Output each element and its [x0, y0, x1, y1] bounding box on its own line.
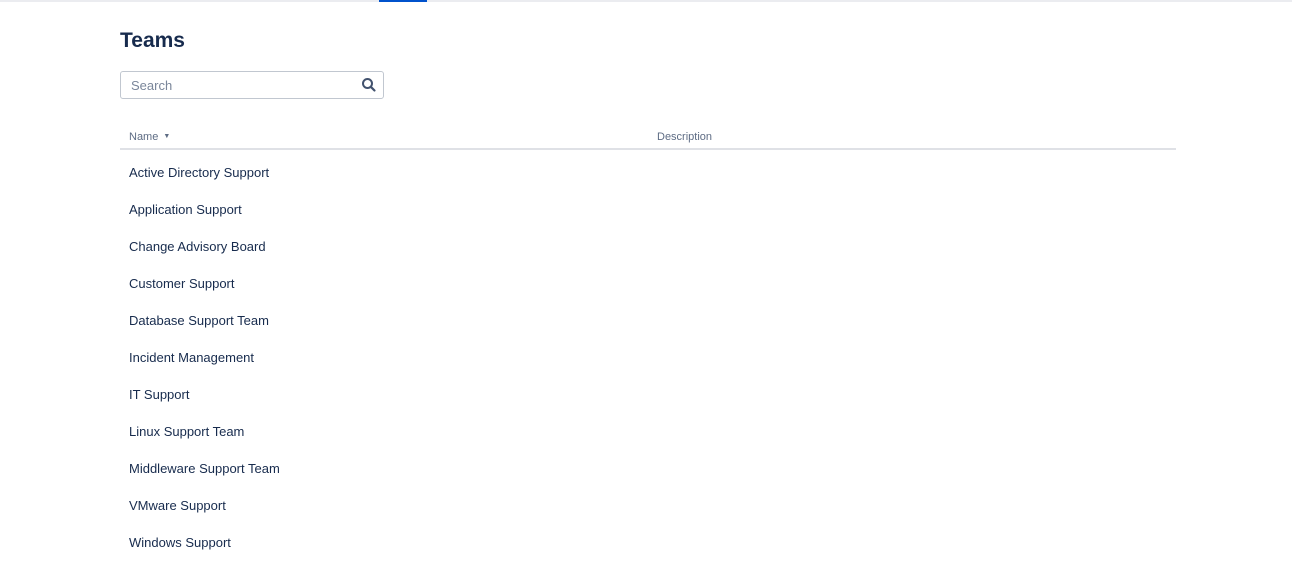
name-column-header[interactable]: Name ▼ — [129, 131, 170, 143]
team-name-link[interactable]: Change Advisory Board — [129, 239, 266, 254]
table-row: IT Support — [120, 378, 1176, 415]
table-row: Incident Management — [120, 341, 1176, 378]
table-row: Windows Support — [120, 526, 1176, 563]
team-name-link[interactable]: Windows Support — [129, 535, 231, 550]
team-name-link[interactable]: Incident Management — [129, 350, 254, 365]
top-nav-bar — [0, 0, 1292, 2]
table-row: VMware Support — [120, 489, 1176, 526]
team-list: Active Directory Support Application Sup… — [120, 156, 1176, 563]
team-name-link[interactable]: Active Directory Support — [129, 165, 269, 180]
table-row: Customer Support — [120, 267, 1176, 304]
team-name-link[interactable]: Database Support Team — [129, 313, 269, 328]
table-row: Change Advisory Board — [120, 230, 1176, 267]
team-name-link[interactable]: Middleware Support Team — [129, 461, 280, 476]
description-column-header: Description — [657, 131, 713, 143]
top-nav-active-indicator — [379, 0, 427, 2]
table-row: Middleware Support Team — [120, 452, 1176, 489]
table-header: Name ▼ Description — [120, 126, 1176, 150]
page-title: Teams — [120, 29, 185, 52]
team-name-link[interactable]: VMware Support — [129, 498, 226, 513]
name-column-label: Name — [129, 131, 159, 143]
team-name-link[interactable]: Linux Support Team — [129, 424, 244, 439]
table-row: Database Support Team — [120, 304, 1176, 341]
search-box — [120, 71, 384, 99]
table-row: Linux Support Team — [120, 415, 1176, 452]
team-name-link[interactable]: Customer Support — [129, 276, 235, 291]
sort-caret-icon: ▼ — [163, 133, 171, 140]
search-input[interactable] — [121, 72, 361, 98]
team-name-link[interactable]: IT Support — [129, 387, 189, 402]
table-row: Application Support — [120, 193, 1176, 230]
search-icon[interactable] — [361, 77, 377, 93]
table-row: Active Directory Support — [120, 156, 1176, 193]
team-name-link[interactable]: Application Support — [129, 202, 242, 217]
